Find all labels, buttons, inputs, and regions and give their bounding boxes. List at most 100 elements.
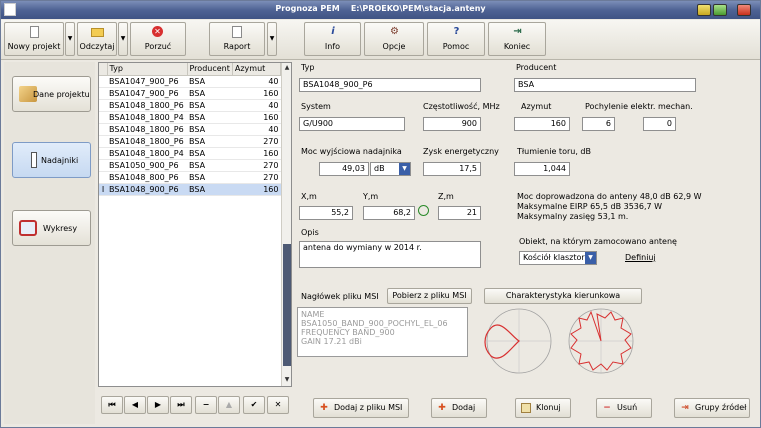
cell-typ[interactable]: BSA1048_1800_P6	[107, 135, 187, 148]
power-unit-select[interactable]: dB ▼	[370, 162, 411, 176]
row-indicator[interactable]	[99, 159, 107, 172]
minimize-button[interactable]	[697, 4, 711, 16]
cell-producent[interactable]: BSA	[187, 159, 233, 172]
discard-button[interactable]: ✕ Porzuć	[130, 22, 186, 56]
description-field[interactable]: antena do wymiany w 2014 r.	[299, 241, 481, 268]
tilt-mechanical-field[interactable]: 0	[643, 117, 676, 131]
tilt-electrical-field[interactable]: 6	[582, 117, 615, 131]
info-button[interactable]: i Info	[304, 22, 361, 56]
new-project-button[interactable]: Nowy projekt	[4, 22, 64, 56]
post-record-button[interactable]: ✔	[243, 396, 265, 414]
cell-azymut[interactable]: 40	[232, 99, 281, 112]
table-row[interactable]: BSA1048_1800_P6 BSA 40	[99, 99, 281, 112]
open-dropdown[interactable]: ▼	[118, 22, 128, 56]
power-field[interactable]: 49,03	[319, 162, 369, 176]
cancel-record-button[interactable]: ✕	[267, 396, 289, 414]
azymut-field[interactable]: 160	[514, 117, 570, 131]
cell-azymut[interactable]: 270	[232, 159, 281, 172]
edit-record-button[interactable]: ▲	[218, 396, 240, 414]
row-indicator[interactable]	[99, 147, 107, 160]
prior-record-button[interactable]: ◀	[124, 396, 146, 414]
cell-typ[interactable]: BSA1048_1800_P4	[107, 147, 187, 160]
exit-button[interactable]: ⇥ Koniec	[488, 22, 546, 56]
cell-azymut[interactable]: 40	[232, 75, 281, 88]
row-indicator[interactable]	[99, 99, 107, 112]
attenuation-field[interactable]: 1,044	[514, 162, 570, 176]
report-dropdown[interactable]: ▼	[267, 22, 277, 56]
cell-typ[interactable]: BSA1048_1800_P4	[107, 111, 187, 124]
cell-producent[interactable]: BSA	[187, 99, 233, 112]
radiation-pattern-button[interactable]: Charakterystyka kierunkowa	[484, 288, 642, 304]
column-header-typ[interactable]: Typ	[107, 63, 188, 76]
cell-producent[interactable]: BSA	[187, 183, 233, 196]
cell-azymut[interactable]: 270	[232, 171, 281, 184]
nav-transmitters[interactable]: Nadajniki	[12, 142, 91, 178]
nav-charts[interactable]: Wykresy	[12, 210, 91, 246]
cell-typ[interactable]: BSA1048_1800_P6	[107, 123, 187, 136]
table-row[interactable]: BSA1050_900_P6 BSA 270	[99, 159, 281, 172]
define-object-link[interactable]: Definiuj	[625, 253, 656, 262]
scroll-down-arrow[interactable]: ▼	[282, 375, 292, 385]
cell-typ[interactable]: BSA1048_900_P6	[107, 183, 187, 196]
cell-producent[interactable]: BSA	[187, 171, 233, 184]
cell-azymut[interactable]: 160	[232, 111, 281, 124]
options-button[interactable]: ⚙ Opcje	[364, 22, 424, 56]
table-row[interactable]: BSA1047_900_P6 BSA 40	[99, 75, 281, 88]
table-row[interactable]: BSA1048_1800_P6 BSA 270	[99, 135, 281, 148]
nav-project-data[interactable]: Dane projektu	[12, 76, 91, 112]
x-field[interactable]: 55,2	[299, 206, 353, 220]
row-indicator[interactable]	[99, 75, 107, 88]
scroll-up-arrow[interactable]: ▲	[282, 63, 292, 73]
close-button[interactable]	[737, 4, 751, 16]
cell-azymut[interactable]: 40	[232, 123, 281, 136]
open-button[interactable]: Odczytaj	[77, 22, 117, 56]
gain-field[interactable]: 17,5	[423, 162, 481, 176]
cell-typ[interactable]: BSA1048_1800_P6	[107, 99, 187, 112]
cell-producent[interactable]: BSA	[187, 135, 233, 148]
table-row[interactable]: I BSA1048_900_P6 BSA 160	[99, 183, 281, 196]
row-indicator[interactable]	[99, 123, 107, 136]
y-field[interactable]: 68,2	[363, 206, 415, 220]
object-select[interactable]: Kościół klasztorny ▼	[519, 251, 597, 265]
maximize-button[interactable]	[713, 4, 727, 16]
next-record-button[interactable]: ▶	[147, 396, 169, 414]
delete-record-button[interactable]: −	[195, 396, 217, 414]
row-indicator[interactable]	[99, 135, 107, 148]
report-button[interactable]: Raport	[209, 22, 265, 56]
frequency-field[interactable]: 900	[423, 117, 481, 131]
cell-azymut[interactable]: 160	[232, 87, 281, 100]
cell-typ[interactable]: BSA1047_900_P6	[107, 87, 187, 100]
help-button[interactable]: ? Pomoc	[427, 22, 485, 56]
transmitter-grid[interactable]: Typ Producent Azymut BSA1047_900_P6 BSA 40…	[98, 62, 292, 387]
last-record-button[interactable]: ⏭	[170, 396, 192, 414]
cell-producent[interactable]: BSA	[187, 123, 233, 136]
table-row[interactable]: BSA1048_1800_P4 BSA 160	[99, 147, 281, 160]
table-row[interactable]: BSA1048_1800_P6 BSA 40	[99, 123, 281, 136]
typ-field[interactable]: BSA1048_900_P6	[299, 78, 481, 92]
grid-scrollbar[interactable]: ▲ ▼	[281, 63, 291, 386]
cell-azymut[interactable]: 160	[232, 183, 281, 196]
row-indicator[interactable]	[99, 111, 107, 124]
producent-field[interactable]: BSA	[514, 78, 696, 92]
first-record-button[interactable]: ⏮	[101, 396, 123, 414]
cell-azymut[interactable]: 160	[232, 147, 281, 160]
cell-producent[interactable]: BSA	[187, 75, 233, 88]
cell-typ[interactable]: BSA1050_900_P6	[107, 159, 187, 172]
cell-typ[interactable]: BSA1047_900_P6	[107, 75, 187, 88]
z-field[interactable]: 21	[438, 206, 481, 220]
column-header-producent[interactable]: Producent	[187, 63, 233, 76]
new-project-dropdown[interactable]: ▼	[65, 22, 75, 56]
cell-producent[interactable]: BSA	[187, 111, 233, 124]
cell-typ[interactable]: BSA1048_800_P6	[107, 171, 187, 184]
column-header-azymut[interactable]: Azymut	[232, 63, 282, 76]
delete-button[interactable]: − Usuń	[596, 398, 652, 418]
row-indicator[interactable]	[99, 87, 107, 100]
cell-azymut[interactable]: 270	[232, 135, 281, 148]
table-row[interactable]: BSA1048_800_P6 BSA 270	[99, 171, 281, 184]
add-from-msi-button[interactable]: ✚ Dodaj z pliku MSI	[313, 398, 409, 418]
clone-button[interactable]: Klonuj	[515, 398, 571, 418]
cell-producent[interactable]: BSA	[187, 147, 233, 160]
fetch-msi-button[interactable]: Pobierz z pliku MSI	[387, 288, 472, 304]
add-button[interactable]: ✚ Dodaj	[431, 398, 487, 418]
scroll-thumb[interactable]	[283, 244, 291, 366]
